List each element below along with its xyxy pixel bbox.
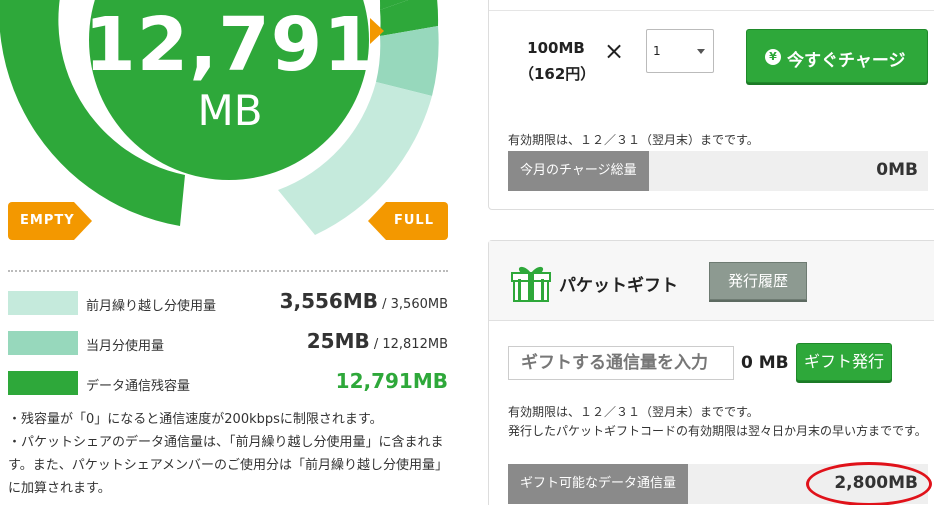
yen-icon: ¥ [765, 49, 781, 65]
quantity-value: 1 [653, 44, 661, 58]
legend-carryover: 前月繰り越し分使用量 3,556MB / 3,560MB [8, 289, 448, 315]
remaining-data-unit: MB [197, 86, 263, 135]
legend-value: 3,556MB / 3,560MB [279, 289, 448, 313]
gauge-full-label: FULL [368, 202, 448, 240]
issue-gift-button[interactable]: ギフト発行 [796, 343, 892, 381]
legend-label: データ通信残容量 [86, 379, 191, 394]
gift-expiry-text: 有効期限は、１２／３１（翌月末）までです。 発行したパケットギフトコードの有効期… [508, 403, 928, 441]
highlight-annotation [806, 462, 932, 505]
multiply-icon: × [604, 37, 625, 65]
packet-gift-title: パケットギフト [559, 276, 678, 296]
legend-swatch-current-month [8, 331, 78, 355]
note-item: ・パケットシェアのデータ通信量は、「前月繰り越し分使用量」に含まれます。また、パ… [8, 435, 444, 496]
monthly-charge-total-value: 0MB [876, 160, 918, 180]
legend-label: 前月繰り越し分使用量 [86, 299, 217, 314]
packet-gift-header: パケットギフト 発行履歴 [489, 241, 934, 321]
gauge-empty-label: EMPTY [8, 202, 92, 240]
panel-top-strip [489, 0, 934, 11]
gift-code-expiry-line: 発行したパケットギフトコードの有効期限は翌々日か月末の早い方までです。 [508, 424, 927, 438]
charge-amount-mb: 100MB [527, 39, 585, 57]
gift-amount-unit: 0 MB [741, 353, 789, 373]
legend-swatch-remaining [8, 371, 78, 395]
issue-history-button[interactable]: 発行履歴 [709, 262, 807, 300]
legend-remaining: データ通信残容量 12,791MB [8, 369, 448, 395]
gift-box-icon [511, 266, 551, 302]
monthly-charge-total-bar: 今月のチャージ総量 0MB [508, 151, 928, 191]
note-item: ・残容量が「0」になると通信速度が200kbpsに制限されます。 [8, 412, 383, 427]
legend-current-month: 当月分使用量 25MB / 12,812MB [8, 329, 448, 355]
charge-amount-price: （162円） [519, 65, 596, 83]
legend-label: 当月分使用量 [86, 339, 165, 354]
legend-value: 12,791MB [335, 369, 448, 393]
gift-amount-input[interactable]: ギフトする通信量を入力 [508, 346, 734, 380]
quantity-select[interactable]: 1 [646, 29, 714, 73]
remaining-data-value: 12,791 [84, 2, 376, 88]
charge-amount: 100MB （162円） [519, 35, 596, 87]
chevron-down-icon [697, 49, 705, 54]
legend-value: 25MB / 12,812MB [306, 329, 448, 353]
monthly-charge-total-label: 今月のチャージ総量 [508, 151, 649, 191]
legend-swatch-carryover [8, 291, 78, 315]
divider [8, 270, 448, 272]
charge-panel: 100MB （162円） × 1 ¥ 今すぐチャージ 有効期限は、１２／３１（翌… [488, 0, 934, 210]
charge-expiry-text: 有効期限は、１２／３１（翌月末）までです。 [508, 133, 759, 147]
gift-expiry-line: 有効期限は、１２／３１（翌月末）までです。 [508, 405, 759, 419]
giftable-data-label: ギフト可能なデータ通信量 [508, 464, 689, 504]
usage-notes: ・残容量が「0」になると通信速度が200kbpsに制限されます。 ・パケットシェ… [8, 408, 448, 500]
charge-now-label: 今すぐチャージ [787, 51, 906, 71]
charge-now-button[interactable]: ¥ 今すぐチャージ [746, 29, 928, 83]
